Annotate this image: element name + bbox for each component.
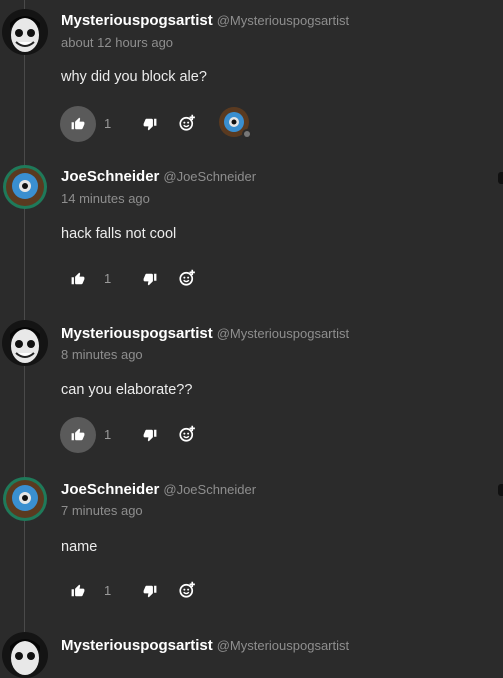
user-handle[interactable]: @JoeSchneider <box>163 169 256 184</box>
blue-fish-avatar-icon <box>3 477 47 521</box>
thumbs-down-icon <box>143 118 157 131</box>
like-count: 1 <box>104 116 112 131</box>
like-count: 1 <box>104 271 112 286</box>
add-emoji-icon <box>179 425 195 442</box>
comment-actions: 1 <box>60 417 280 453</box>
like-button[interactable] <box>60 417 96 453</box>
user-handle[interactable]: @Mysteriouspogsartist <box>217 13 349 28</box>
add-reaction-button[interactable] <box>176 267 198 289</box>
pale-face-avatar-icon <box>2 320 48 366</box>
reaction-user-avatar[interactable] <box>218 106 254 142</box>
dislike-button[interactable] <box>140 425 160 445</box>
pale-face-avatar-icon <box>2 632 48 678</box>
add-emoji-icon <box>179 581 195 598</box>
dislike-button[interactable] <box>140 114 160 134</box>
add-reaction-button[interactable] <box>176 112 198 134</box>
timestamp: 8 minutes ago <box>61 347 143 362</box>
timestamp: 14 minutes ago <box>61 191 150 206</box>
comment-text: why did you block ale? <box>61 69 207 85</box>
timestamp: about 12 hours ago <box>61 35 174 50</box>
add-reaction-button[interactable] <box>176 423 198 445</box>
dislike-button[interactable] <box>140 269 160 289</box>
like-button[interactable] <box>60 261 96 297</box>
edge-handle <box>498 484 503 496</box>
comment-actions: 1 <box>60 106 280 142</box>
comment-actions: 1 <box>60 573 280 609</box>
thumbs-up-icon <box>71 428 85 441</box>
like-count: 1 <box>104 583 112 598</box>
user-avatar[interactable] <box>2 476 48 522</box>
timestamp: 7 minutes ago <box>61 503 143 518</box>
comment-text: name <box>61 539 98 555</box>
thumbs-down-icon <box>143 585 157 598</box>
username[interactable]: Mysteriouspogsartist @Mysteriouspogsartis… <box>61 325 349 342</box>
pale-face-avatar-icon <box>2 9 48 55</box>
like-button[interactable] <box>60 106 96 142</box>
thumbs-down-icon <box>143 429 157 442</box>
like-count: 1 <box>104 427 112 442</box>
user-avatar[interactable] <box>2 164 48 210</box>
dislike-button[interactable] <box>140 581 160 601</box>
user-handle[interactable]: @Mysteriouspogsartist <box>217 638 349 653</box>
user-handle[interactable]: @JoeSchneider <box>163 482 256 497</box>
blue-fish-avatar-icon <box>3 165 47 209</box>
add-reaction-button[interactable] <box>176 579 198 601</box>
like-button[interactable] <box>60 573 96 609</box>
edge-handle <box>498 172 503 184</box>
comment-text: hack falls not cool <box>61 226 177 242</box>
thumbs-up-icon <box>71 584 85 597</box>
thumbs-up-icon <box>71 117 85 130</box>
user-avatar[interactable] <box>2 320 48 366</box>
user-avatar[interactable] <box>2 9 48 55</box>
comment-actions: 1 <box>60 261 280 297</box>
blue-fish-avatar-icon <box>219 107 252 139</box>
thumbs-down-icon <box>143 273 157 286</box>
username[interactable]: JoeSchneider @JoeSchneider <box>61 168 256 185</box>
comment-text: can you elaborate?? <box>61 382 193 398</box>
username[interactable]: JoeSchneider @JoeSchneider <box>61 481 256 498</box>
user-avatar[interactable] <box>2 632 48 678</box>
username[interactable]: Mysteriouspogsartist @Mysteriouspogsartis… <box>61 637 349 654</box>
username[interactable]: Mysteriouspogsartist @Mysteriouspogsartis… <box>61 12 349 29</box>
user-handle[interactable]: @Mysteriouspogsartist <box>217 326 349 341</box>
add-emoji-icon <box>179 269 195 286</box>
thumbs-up-icon <box>71 272 85 285</box>
add-emoji-icon <box>179 114 195 131</box>
